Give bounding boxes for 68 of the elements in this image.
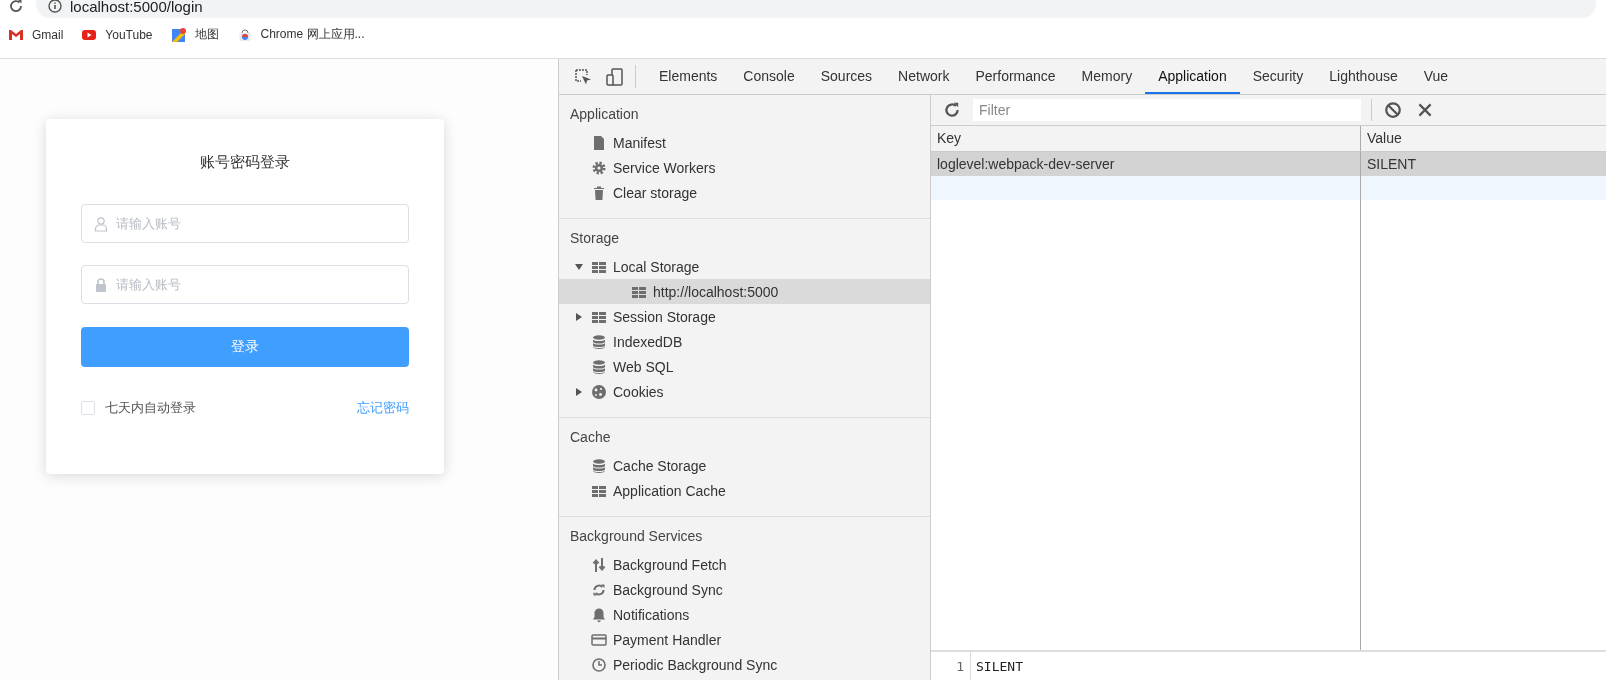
section-heading: Cache xyxy=(569,429,612,447)
sidebar-item[interactable]: Service Workers xyxy=(559,155,930,180)
database-icon xyxy=(591,333,607,350)
clock-icon xyxy=(591,656,607,673)
bookmark[interactable]: Gmail xyxy=(8,26,64,43)
checkbox[interactable] xyxy=(81,401,95,415)
devtools-tab[interactable]: Sources xyxy=(807,59,886,94)
map-icon xyxy=(170,26,187,43)
bookmark[interactable]: YouTube xyxy=(81,26,153,43)
database-icon xyxy=(591,457,607,474)
checkbox-label[interactable]: 七天内自动登录 xyxy=(105,399,196,417)
devtools-tab[interactable]: Network xyxy=(885,59,963,94)
cookie-icon xyxy=(591,383,607,400)
input-field[interactable]: 请输入账号 xyxy=(81,204,409,243)
devtools-tab[interactable]: Security xyxy=(1239,59,1317,94)
lock-icon xyxy=(93,277,109,293)
filter-field[interactable]: Filter xyxy=(973,99,1361,121)
card-icon xyxy=(591,631,607,648)
trash-icon xyxy=(591,184,607,201)
database-icon xyxy=(591,358,607,375)
table-cell[interactable]: SILENT xyxy=(1361,152,1606,176)
column-header[interactable]: Value xyxy=(1361,126,1606,152)
column-header[interactable]: Key xyxy=(931,126,1361,152)
sidebar-item[interactable]: Background Fetch xyxy=(559,552,930,577)
user-icon xyxy=(93,216,109,232)
expanded-arrow-icon[interactable] xyxy=(574,261,584,272)
address-bar[interactable]: localhost:5000/login xyxy=(36,0,1596,18)
devtools-tab[interactable]: Elements xyxy=(646,59,731,94)
sidebar-item[interactable]: Clear storage xyxy=(559,180,930,205)
collapsed-arrow-icon[interactable] xyxy=(574,386,584,397)
section-heading: Storage xyxy=(569,230,621,248)
devtools-tab[interactable]: Performance xyxy=(962,59,1069,94)
table-cell[interactable]: loglevel:webpack-dev-server xyxy=(931,152,1361,176)
section-heading: Application xyxy=(569,106,640,124)
sidebar-item[interactable]: http://localhost:5000 xyxy=(559,279,930,304)
sidebar-item[interactable]: Manifest xyxy=(559,130,930,155)
sidebar-item[interactable]: Background Sync xyxy=(559,577,930,602)
sidebar-item[interactable]: Cache Storage xyxy=(559,453,930,478)
devtools-tab[interactable]: Vue xyxy=(1410,59,1462,94)
value-preview: SILENT xyxy=(975,658,1023,674)
sidebar-item[interactable]: Local Storage xyxy=(559,254,930,279)
devtools-tab[interactable]: Console xyxy=(730,59,808,94)
sidebar-item[interactable]: Application Cache xyxy=(559,478,930,503)
sidebar-item[interactable]: Payment Handler xyxy=(559,627,930,652)
devtools-tab[interactable]: Memory xyxy=(1068,59,1146,94)
bookmark[interactable]: Chrome 网上应用... xyxy=(236,26,365,43)
input-field[interactable]: 请输入账号 xyxy=(81,265,409,304)
sidebar-item[interactable]: IndexedDB xyxy=(559,329,930,354)
sidebar-item[interactable]: Notifications xyxy=(559,602,930,627)
device-icon[interactable] xyxy=(605,66,625,87)
sidebar-item[interactable]: Web SQL xyxy=(559,354,930,379)
sidebar-item[interactable]: Cookies xyxy=(559,379,930,404)
sidebar-item[interactable]: Session Storage xyxy=(559,304,930,329)
sidebar-item[interactable]: Periodic Background Sync xyxy=(559,652,930,677)
collapsed-arrow-icon[interactable] xyxy=(574,311,584,322)
up-down-arrows-icon xyxy=(591,556,607,573)
bell-icon xyxy=(591,606,607,623)
bookmark[interactable]: 地图 xyxy=(170,26,219,43)
info-icon[interactable] xyxy=(48,0,62,13)
line-number: 1 xyxy=(931,652,971,680)
file-icon xyxy=(591,134,607,151)
store-icon xyxy=(236,26,253,43)
section-heading: Background Services xyxy=(569,528,704,546)
clear-all-button[interactable] xyxy=(1382,99,1404,121)
reload-icon[interactable] xyxy=(8,0,24,14)
gear-icon xyxy=(591,159,607,176)
devtools-tab[interactable]: Lighthouse xyxy=(1316,59,1411,94)
login-title: 账号密码登录 xyxy=(200,153,290,172)
